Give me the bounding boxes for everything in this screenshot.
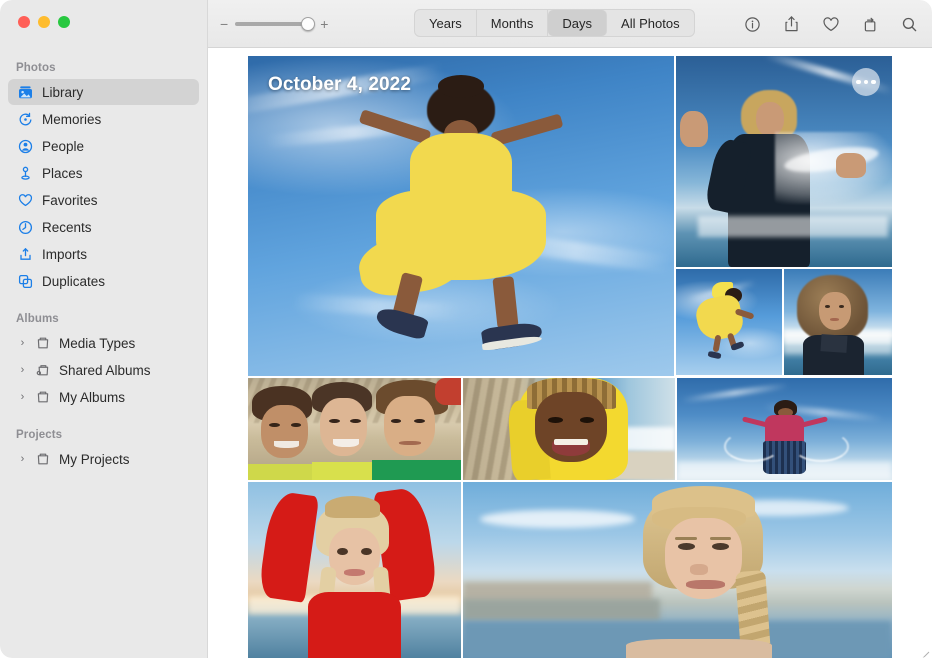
album-icon: [34, 451, 51, 468]
photo-grid-area[interactable]: October 4, 2022: [208, 48, 932, 658]
chevron-right-icon[interactable]: ›: [17, 337, 28, 349]
sidebar-item-label: Recents: [42, 220, 92, 235]
duplicates-icon: [17, 273, 34, 290]
sidebar-item-label: Duplicates: [42, 274, 105, 289]
sidebar: Photos Library: [0, 0, 208, 658]
library-icon: [17, 84, 34, 101]
sidebar-section-albums-header: Albums: [0, 307, 207, 329]
sidebar-item-favorites[interactable]: Favorites: [8, 187, 199, 213]
sidebar-section-photos-header: Photos: [0, 56, 207, 78]
photo-jumping-girl-yellow-dress[interactable]: October 4, 2022: [248, 56, 674, 376]
minimize-button[interactable]: [38, 16, 50, 28]
view-mode-segmented-control[interactable]: Years Months Days All Photos: [414, 9, 695, 37]
album-icon: [34, 389, 51, 406]
photos-app-window: Photos Library: [0, 0, 932, 658]
share-icon[interactable]: [783, 15, 800, 33]
resize-handle[interactable]: [920, 646, 930, 656]
tab-days[interactable]: Days: [548, 10, 607, 36]
zoom-in-label[interactable]: +: [320, 17, 328, 31]
sidebar-item-my-albums[interactable]: › My Albums: [8, 384, 199, 410]
people-icon: [17, 138, 34, 155]
rotate-icon[interactable]: [862, 16, 879, 33]
sidebar-item-duplicates[interactable]: Duplicates: [8, 268, 199, 294]
photo-woman-water-splash[interactable]: [676, 56, 892, 267]
sidebar-item-media-types[interactable]: › Media Types: [8, 330, 199, 356]
zoom-out-label[interactable]: −: [220, 17, 228, 31]
photo-smiling-yellow-scarf[interactable]: [463, 378, 675, 480]
sidebar-item-memories[interactable]: Memories: [8, 106, 199, 132]
sidebar-item-library[interactable]: Library: [8, 79, 199, 105]
photo-curly-hair-portrait[interactable]: [784, 269, 892, 375]
tab-all-photos[interactable]: All Photos: [607, 10, 694, 36]
zoom-slider-control[interactable]: − +: [220, 17, 328, 31]
sidebar-item-label: Favorites: [42, 193, 98, 208]
shared-album-icon: [34, 362, 51, 379]
memories-icon: [17, 111, 34, 128]
sidebar-item-label: Memories: [42, 112, 101, 127]
sidebar-item-recents[interactable]: Recents: [8, 214, 199, 240]
sidebar-item-label: Shared Albums: [59, 363, 151, 378]
toolbar-actions: [744, 0, 918, 48]
toolbar: − + Years Months Days All Photos: [208, 0, 932, 48]
sidebar-item-people[interactable]: People: [8, 133, 199, 159]
photo-pink-jacket-water[interactable]: [677, 378, 892, 480]
photo-blonde-beach-portrait[interactable]: [463, 482, 892, 658]
favorite-heart-icon[interactable]: [822, 16, 840, 33]
sidebar-list: Photos Library: [0, 56, 207, 658]
sidebar-item-label: Imports: [42, 247, 87, 262]
sidebar-gap: [0, 411, 207, 423]
sidebar-item-places[interactable]: Places: [8, 160, 199, 186]
clock-icon: [17, 219, 34, 236]
photo-yellow-dress-flying[interactable]: [676, 269, 782, 375]
sidebar-item-label: Media Types: [59, 336, 135, 351]
zoom-slider-track[interactable]: [235, 22, 313, 26]
zoom-button[interactable]: [58, 16, 70, 28]
chevron-right-icon[interactable]: ›: [17, 364, 28, 376]
chevron-right-icon[interactable]: ›: [17, 391, 28, 403]
places-icon: [17, 165, 34, 182]
sidebar-gap: [0, 295, 207, 307]
window-controls: [18, 16, 70, 28]
import-icon: [17, 246, 34, 263]
info-icon[interactable]: [744, 16, 761, 33]
date-label: October 4, 2022: [268, 74, 411, 96]
sidebar-section-projects-header: Projects: [0, 423, 207, 445]
tab-years[interactable]: Years: [415, 10, 477, 36]
sidebar-item-label: My Albums: [59, 390, 125, 405]
dot: [864, 80, 869, 85]
album-icon: [34, 335, 51, 352]
tab-months[interactable]: Months: [477, 10, 549, 36]
sidebar-item-label: Places: [42, 166, 83, 181]
sidebar-item-label: Library: [42, 85, 83, 100]
heart-icon: [17, 192, 34, 209]
sidebar-item-shared-albums[interactable]: › Shared Albums: [8, 357, 199, 383]
search-icon[interactable]: [901, 16, 918, 33]
photo-three-friends-selfie[interactable]: [248, 378, 461, 480]
sidebar-item-label: My Projects: [59, 452, 130, 467]
dot: [871, 80, 876, 85]
photo-red-sweater-braids[interactable]: [248, 482, 461, 658]
dot: [856, 80, 861, 85]
more-options-button[interactable]: [852, 68, 880, 96]
close-button[interactable]: [18, 16, 30, 28]
sidebar-item-my-projects[interactable]: › My Projects: [8, 446, 199, 472]
sidebar-item-label: People: [42, 139, 84, 154]
sidebar-item-imports[interactable]: Imports: [8, 241, 199, 267]
zoom-slider-thumb[interactable]: [301, 17, 315, 31]
chevron-right-icon[interactable]: ›: [17, 453, 28, 465]
